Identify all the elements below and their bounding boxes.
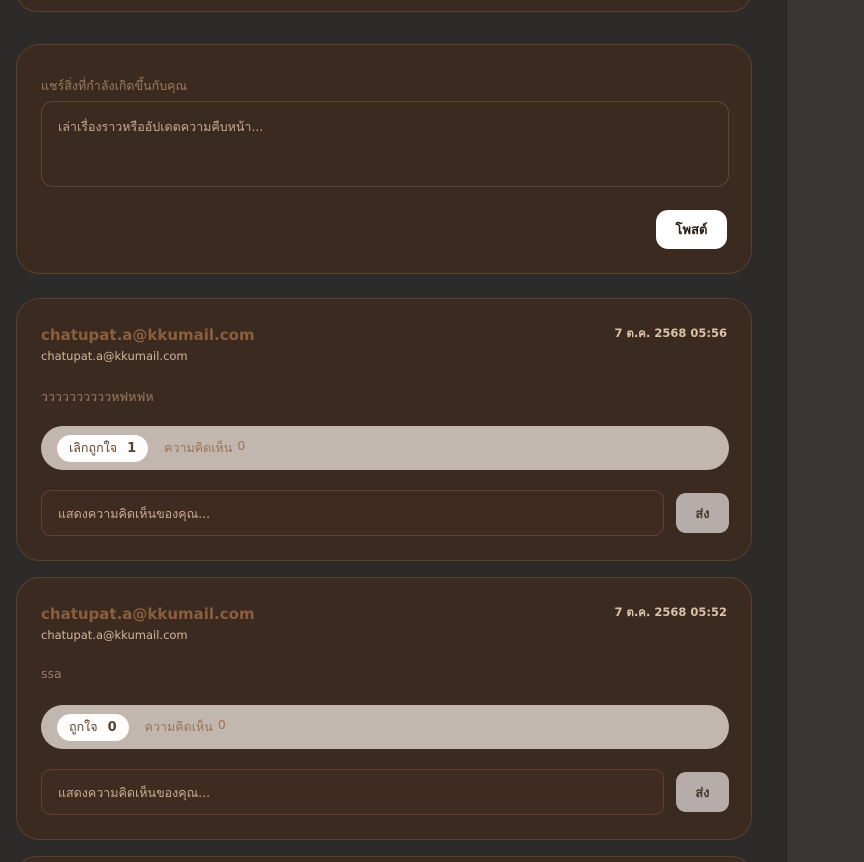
like-label: ถูกใจ: [69, 719, 98, 734]
composer-card: แชร์สิ่งที่กำลังเกิดขึ้นกับคุณ โพสต์: [16, 44, 752, 274]
comment-count-toggle[interactable]: ความคิดเห็น 0: [145, 717, 226, 737]
post-button[interactable]: โพสต์: [656, 210, 727, 249]
like-label: เลิกถูกใจ: [69, 440, 118, 455]
post-body: ssa: [41, 666, 62, 681]
comment-count: 0: [217, 717, 226, 732]
comment-count-toggle[interactable]: ความคิดเห็น 0: [164, 438, 245, 458]
right-sidebar: [786, 0, 864, 862]
post-author-email: chatupat.a@kkumail.com: [41, 628, 188, 642]
unlike-button[interactable]: เลิกถูกใจ 1: [57, 434, 149, 462]
reaction-bar: ถูกใจ 0 ความคิดเห็น 0: [41, 705, 729, 749]
send-comment-button[interactable]: ส่ง: [676, 493, 729, 533]
post-card: chatupat.a@kkumail.com chatupat.a@kkumai…: [16, 577, 752, 840]
composer-textarea[interactable]: [41, 101, 729, 187]
like-count: 0: [107, 719, 117, 735]
feed: แชร์สิ่งที่กำลังเกิดขึ้นกับคุณ โพสต์ cha…: [0, 0, 786, 862]
comment-count: 0: [237, 438, 246, 453]
comment-label: ความคิดเห็น: [144, 719, 213, 734]
post-body: ววววววววววหฟหฟห: [41, 389, 154, 404]
next-post-card: [16, 856, 752, 862]
post-card: chatupat.a@kkumail.com chatupat.a@kkumai…: [16, 298, 752, 561]
comment-input[interactable]: [41, 769, 664, 815]
comment-label: ความคิดเห็น: [164, 440, 233, 455]
post-timestamp: 7 ต.ค. 2568 05:52: [614, 605, 727, 619]
comment-input[interactable]: [41, 490, 664, 536]
post-timestamp: 7 ต.ค. 2568 05:56: [614, 326, 727, 340]
reaction-bar: เลิกถูกใจ 1 ความคิดเห็น 0: [41, 426, 729, 470]
send-comment-button[interactable]: ส่ง: [676, 772, 729, 812]
post-author-email: chatupat.a@kkumail.com: [41, 349, 188, 363]
composer-label: แชร์สิ่งที่กำลังเกิดขึ้นกับคุณ: [41, 78, 188, 93]
like-count: 1: [127, 440, 137, 456]
post-author[interactable]: chatupat.a@kkumail.com: [41, 326, 255, 344]
previous-card: [16, 0, 752, 12]
like-button[interactable]: ถูกใจ 0: [57, 713, 129, 741]
post-author[interactable]: chatupat.a@kkumail.com: [41, 605, 255, 623]
